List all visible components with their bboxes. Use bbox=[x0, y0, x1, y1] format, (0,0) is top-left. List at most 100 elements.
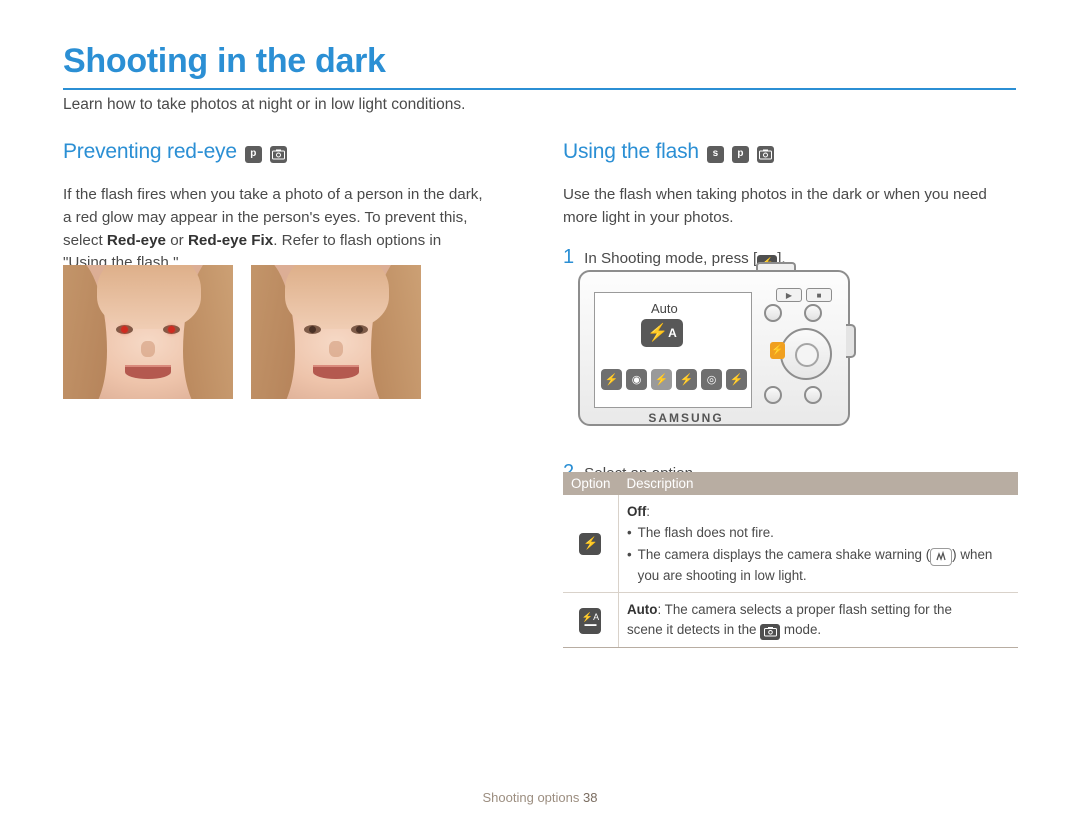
lcd-mode-label: Auto bbox=[651, 301, 678, 316]
flash-button-icon: ⚡ bbox=[770, 342, 785, 359]
camera-brand-label: SAMSUNG bbox=[648, 411, 724, 425]
bullet-marker: • bbox=[626, 525, 632, 541]
camera-shake-icon bbox=[930, 547, 953, 566]
page-footer: Shooting options 38 bbox=[0, 790, 1080, 805]
flash-auto-glyph: ⚡A ▬▬ bbox=[579, 607, 602, 634]
footer-label: Shooting options bbox=[482, 790, 580, 805]
table-row: ⚡A ▬▬ Auto: The camera selects a proper … bbox=[563, 592, 1018, 648]
select-text: select bbox=[63, 231, 107, 249]
camera-mini-button-2: ■ bbox=[806, 288, 832, 302]
right-paragraph-line-2: more light in your photos. bbox=[563, 208, 734, 226]
slow-sync-icon: ◎ bbox=[701, 369, 722, 390]
right-column: Using the flash s p Use the flash when t… bbox=[563, 140, 1018, 272]
photo-forehead bbox=[285, 265, 389, 329]
title-divider bbox=[63, 88, 1016, 90]
camera-body: Auto ⚡ A ⚡ ◉ ⚡ ⚡ ◎ ⚡ SAMSUNG ▶ ■ ⚡ bbox=[578, 270, 850, 426]
photo-mouth bbox=[313, 365, 359, 379]
step-1-number: 1 bbox=[563, 245, 575, 268]
photo-mouth bbox=[125, 365, 171, 379]
column-header-option: Option bbox=[563, 472, 619, 495]
table-header-row: Option Description bbox=[563, 472, 1018, 495]
photo-with-red-eye bbox=[63, 265, 233, 399]
sample-photos bbox=[63, 265, 421, 399]
table-row: ⚡ Off: • The flash does not fire. • The … bbox=[563, 495, 1018, 594]
flash-options-table: Option Description ⚡ Off: • The flash do… bbox=[563, 472, 1018, 648]
left-column: Preventing red-eye p If the flash fires … bbox=[63, 140, 523, 275]
photo-pupil-left bbox=[121, 326, 128, 333]
mode-badge-camera-icon bbox=[269, 145, 287, 163]
left-section-body: If the flash fires when you take a photo… bbox=[63, 184, 523, 275]
camera-button-d bbox=[804, 386, 822, 404]
mode-badge-p: p bbox=[731, 145, 749, 163]
red-eye-fix-icon: ⚡ bbox=[726, 369, 747, 390]
red-eye-icon: ◉ bbox=[626, 369, 647, 390]
camera-side-tab bbox=[846, 324, 856, 358]
right-paragraph-line-1: Use the flash when taking photos in the … bbox=[563, 186, 987, 203]
page-subtitle: Learn how to take photos at night or in … bbox=[63, 96, 466, 113]
camera-button-a bbox=[764, 304, 782, 322]
page-title: Shooting in the dark bbox=[63, 42, 386, 80]
left-paragraph-line-3: select Red-eye or Red-eye Fix. Refer to … bbox=[63, 230, 523, 253]
flash-fill-icon: ⚡ bbox=[676, 369, 697, 390]
lcd-flash-auto-icon: ⚡ A bbox=[641, 319, 683, 347]
camera-lcd-screen: Auto ⚡ A ⚡ ◉ ⚡ ⚡ ◎ ⚡ SAMSUNG bbox=[594, 292, 752, 425]
bullet-marker: • bbox=[626, 546, 632, 562]
flash-auto-bolt: ⚡A bbox=[581, 612, 600, 623]
flash-off-description: Off: • The flash does not fire. • The ca… bbox=[618, 495, 1018, 594]
left-section-title: Preventing red-eye bbox=[63, 140, 237, 163]
flash-auto-sub: ▬▬ bbox=[584, 622, 597, 629]
mode-badge-s: s bbox=[706, 145, 724, 163]
left-paragraph-line-2: a red glow may appear in the person's ey… bbox=[63, 208, 468, 226]
camera-dial-center bbox=[795, 343, 819, 367]
flash-auto-line-1: Auto: The camera selects a proper flash … bbox=[627, 600, 1010, 619]
photo-pupil-left bbox=[309, 326, 316, 333]
flash-off-glyph: ⚡ bbox=[579, 532, 602, 555]
photo-pupil-right bbox=[168, 326, 175, 333]
or-text: or bbox=[166, 231, 188, 249]
refer-text: . Refer to flash options in bbox=[273, 231, 442, 249]
left-paragraph-line-1: If the flash fires when you take a photo… bbox=[63, 186, 483, 203]
photo-eye-right bbox=[163, 325, 180, 334]
photo-eye-left bbox=[304, 325, 321, 334]
camera-mini-button-1: ▶ bbox=[776, 288, 802, 302]
photo-forehead bbox=[97, 265, 201, 329]
right-section-body: Use the flash when taking photos in the … bbox=[563, 184, 1018, 230]
table-head: Option Description bbox=[563, 472, 1018, 495]
flash-off-icon: ⚡ bbox=[601, 369, 622, 390]
bullet-2-text: The camera displays the camera shake war… bbox=[638, 545, 1010, 585]
photo-nose bbox=[329, 341, 343, 357]
mode-badge-camera-icon bbox=[756, 145, 774, 163]
photo-without-red-eye bbox=[251, 265, 421, 399]
photo-eye-right bbox=[351, 325, 368, 334]
smart-auto-icon bbox=[760, 623, 781, 640]
lcd-flash-options-row: ⚡ ◉ ⚡ ⚡ ◎ ⚡ bbox=[601, 369, 747, 390]
flash-auto-icon: ⚡ bbox=[651, 369, 672, 390]
bullet-2: • The camera displays the camera shake w… bbox=[627, 545, 1010, 585]
right-section-title: Using the flash bbox=[563, 140, 699, 163]
right-section-heading: Using the flash s p bbox=[563, 140, 1018, 164]
flash-auto-desc-line2-pre: scene it detects in the bbox=[626, 621, 761, 637]
left-section-heading: Preventing red-eye p bbox=[63, 140, 523, 164]
flash-off-title-colon: : bbox=[646, 504, 651, 519]
column-header-description: Description bbox=[618, 472, 1018, 495]
bullet-1: • The flash does not fire. bbox=[627, 523, 1010, 542]
bullet-2-post: ) bbox=[952, 546, 957, 562]
camera-button-c bbox=[764, 386, 782, 404]
table-body: ⚡ Off: • The flash does not fire. • The … bbox=[563, 495, 1018, 648]
bullet-2-pre: The camera displays the camera shake war… bbox=[637, 546, 931, 562]
flash-auto-title: Auto bbox=[626, 602, 658, 618]
flash-off-title-line: Off: bbox=[627, 502, 1010, 521]
photo-eye-left bbox=[116, 325, 133, 334]
footer-page-number: 38 bbox=[583, 790, 598, 805]
photo-pupil-right bbox=[356, 326, 363, 333]
flash-auto-desc-pre: : The camera selects a proper flash sett… bbox=[657, 602, 952, 618]
camera-navigation-dial bbox=[780, 328, 832, 380]
document-page: Shooting in the dark Learn how to take p… bbox=[0, 0, 1080, 815]
camera-button-b bbox=[804, 304, 822, 322]
mode-badge-p: p bbox=[244, 145, 262, 163]
flash-auto-icon: ⚡A ▬▬ bbox=[563, 592, 619, 648]
flash-off-icon: ⚡ bbox=[563, 495, 619, 594]
flash-auto-desc-line2-post: mode. bbox=[780, 621, 822, 637]
camera-illustration: Auto ⚡ A ⚡ ◉ ⚡ ⚡ ◎ ⚡ SAMSUNG ▶ ■ ⚡ bbox=[578, 262, 858, 434]
red-eye-fix-term: Red-eye Fix bbox=[187, 231, 274, 249]
